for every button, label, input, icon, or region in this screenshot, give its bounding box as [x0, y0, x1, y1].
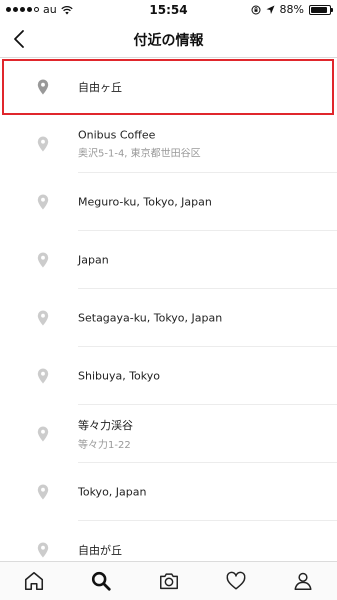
place-name: Onibus Coffee — [78, 128, 156, 142]
place-text: Japan — [78, 254, 327, 267]
camera-icon — [159, 573, 178, 590]
place-row[interactable]: Shibuya, Tokyo — [0, 347, 337, 405]
profile-icon — [294, 572, 312, 590]
battery-fill — [311, 6, 327, 13]
location-arrow-icon — [266, 5, 275, 14]
place-row[interactable]: 自由ヶ丘 — [0, 59, 337, 115]
place-name: Setagaya-ku, Tokyo, Japan — [78, 311, 223, 325]
place-name: Meguro-ku, Tokyo, Japan — [78, 195, 212, 209]
orientation-lock-icon — [251, 5, 261, 14]
place-row[interactable]: Meguro-ku, Tokyo, Japan — [0, 173, 337, 231]
place-text: Tokyo, Japan — [78, 486, 327, 499]
place-row[interactable]: Onibus Coffee 奥沢5-1-4, 東京都世田谷区 — [0, 115, 337, 173]
location-pin-icon — [37, 310, 49, 326]
place-text: 等々力渓谷等々力1-22 — [78, 417, 327, 451]
place-address: 奥沢5-1-4, 東京都世田谷区 — [78, 148, 201, 160]
location-pin-icon — [37, 136, 49, 152]
tab-activity[interactable] — [202, 562, 269, 600]
place-name: Shibuya, Tokyo — [78, 369, 161, 383]
place-row[interactable]: Tokyo, Japan — [0, 463, 337, 521]
place-text: Meguro-ku, Tokyo, Japan — [78, 196, 327, 209]
battery-percent: 88% — [279, 3, 304, 16]
place-text: 自由が丘 — [78, 542, 327, 558]
place-row[interactable]: Japan — [0, 231, 337, 289]
location-pin-icon — [37, 252, 49, 268]
tab-home[interactable] — [0, 562, 67, 600]
tab-bar — [0, 561, 337, 600]
home-icon — [24, 571, 43, 591]
navigation-bar: 付近の情報 — [0, 20, 337, 58]
page-title: 付近の情報 — [133, 33, 204, 49]
status-bar: au 15:54 88% — [0, 0, 337, 20]
status-right: 88% — [251, 3, 333, 16]
place-text: Shibuya, Tokyo — [78, 370, 327, 383]
location-pin-icon — [37, 194, 49, 210]
tab-profile[interactable] — [270, 562, 337, 600]
place-name: 自由が丘 — [78, 544, 122, 557]
place-name: 自由ヶ丘 — [78, 81, 122, 94]
location-pin-icon — [37, 426, 49, 442]
location-pin-icon — [37, 484, 49, 500]
place-row[interactable]: 等々力渓谷等々力1-22 — [0, 405, 337, 463]
place-address: 等々力1-22 — [78, 440, 131, 451]
place-text: 自由ヶ丘 — [78, 79, 327, 95]
place-row[interactable]: Setagaya-ku, Tokyo, Japan — [0, 289, 337, 347]
place-name: Tokyo, Japan — [78, 485, 147, 499]
location-pin-icon — [37, 368, 49, 384]
heart-icon — [226, 571, 246, 590]
place-row[interactable]: 自由が丘 — [0, 521, 337, 561]
tab-search[interactable] — [67, 562, 134, 600]
place-text: Setagaya-ku, Tokyo, Japan — [78, 312, 327, 325]
search-icon — [92, 571, 111, 591]
place-text: Onibus Coffee 奥沢5-1-4, 東京都世田谷区 — [78, 129, 327, 160]
battery-icon — [309, 4, 333, 15]
place-name: Japan — [78, 253, 109, 267]
location-pin-icon — [37, 79, 49, 95]
location-pin-icon — [37, 542, 49, 558]
tab-camera[interactable] — [135, 562, 202, 600]
place-name: 等々力渓谷 — [78, 419, 133, 432]
nearby-places-list: 自由ヶ丘 Onibus Coffee 奥沢5-1-4, 東京都世田谷区 Meguro-… — [0, 59, 337, 561]
